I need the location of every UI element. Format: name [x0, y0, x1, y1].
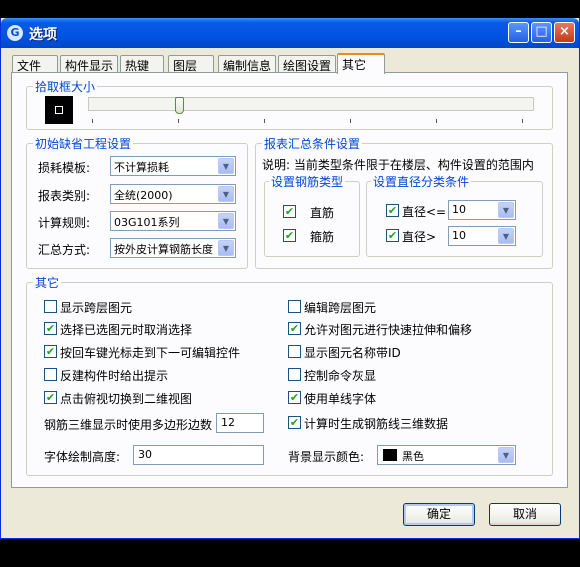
chevron-down-icon[interactable]: ▼: [218, 186, 234, 202]
deselect-selected-label: 选择已选图元时取消选择: [60, 323, 193, 337]
maximize-button[interactable]: □: [531, 22, 552, 43]
reverse-build-prompt-label: 反建构件时给出提示: [60, 369, 169, 383]
pick-box-slider-thumb[interactable]: [175, 97, 184, 114]
single-line-font-checkbox[interactable]: ✔: [288, 391, 301, 404]
cancel-button[interactable]: 取消: [489, 503, 561, 526]
diameter-gt-label: 直径>: [402, 230, 437, 244]
pick-box-preview: [45, 96, 73, 124]
chevron-down-icon[interactable]: ▼: [498, 202, 514, 218]
screen: G 选项 – □ × 文件 构件显示 热键 图层 编制信息 绘图设置 其它 拾取…: [0, 0, 580, 567]
diameter-gt-select[interactable]: 10 ▼: [448, 226, 516, 246]
show-name-id-checkbox[interactable]: [288, 345, 301, 358]
tab-component-display[interactable]: 构件显示: [60, 55, 118, 73]
chevron-down-icon[interactable]: ▼: [498, 447, 514, 463]
deselect-selected-checkbox[interactable]: ✔: [44, 322, 57, 335]
reverse-build-prompt-checkbox[interactable]: [44, 368, 57, 381]
stirrup-checkbox[interactable]: ✔: [283, 229, 296, 242]
diameter-le-label: 直径<=: [402, 205, 447, 219]
report-category-label: 报表类别:: [38, 189, 91, 203]
polygon-sides-label: 钢筋三维显示时使用多边形边数: [44, 418, 213, 432]
chevron-down-icon[interactable]: ▼: [218, 213, 234, 229]
bg-color-select[interactable]: 黑色 ▼: [377, 445, 516, 465]
report-category-select[interactable]: 全统(2000) ▼: [110, 184, 236, 204]
diameter-le-checkbox[interactable]: ✔: [386, 204, 399, 217]
diameter-gt-checkbox[interactable]: ✔: [386, 229, 399, 242]
rebar-3d-data-checkbox[interactable]: ✔: [288, 416, 301, 429]
slider-tick: [522, 119, 523, 123]
diameter-title: 设置直径分类条件: [371, 173, 472, 190]
polygon-sides-input[interactable]: 12: [216, 413, 264, 433]
chevron-down-icon[interactable]: ▼: [218, 158, 234, 174]
tab-drawing-settings[interactable]: 绘图设置: [278, 55, 336, 73]
show-cross-layer-checkbox[interactable]: [44, 300, 57, 313]
rebar-type-title: 设置钢筋类型: [269, 173, 346, 190]
ok-button[interactable]: 确定: [403, 503, 475, 526]
quick-stretch-label: 允许对图元进行快速拉伸和偏移: [304, 323, 473, 337]
slider-tick: [264, 119, 265, 123]
tab-compile-info[interactable]: 编制信息: [218, 55, 276, 73]
show-cross-layer-label: 显示跨层图元: [60, 301, 133, 315]
slider-tick: [436, 119, 437, 123]
tab-hotkeys[interactable]: 热键: [120, 55, 164, 73]
slider-tick: [350, 119, 351, 123]
show-name-id-label: 显示图元名称带ID: [304, 346, 401, 360]
close-button[interactable]: ×: [554, 22, 575, 43]
report-conditions-note: 说明: 当前类型条件限于在楼层、构件设置的范围内: [262, 158, 534, 172]
chevron-down-icon[interactable]: ▼: [218, 240, 234, 256]
top-view-2d-label: 点击俯视切换到二维视图: [60, 392, 193, 406]
defaults-group-title: 初始缺省工程设置: [33, 135, 134, 152]
summary-method-label: 汇总方式:: [38, 243, 91, 257]
font-height-input[interactable]: 30: [133, 445, 264, 465]
stirrup-label: 箍筋: [310, 230, 335, 244]
rebar-3d-data-label: 计算时生成钢筋线三维数据: [304, 417, 449, 431]
gray-commands-label: 控制命令灰显: [304, 369, 377, 383]
loss-template-select[interactable]: 不计算损耗 ▼: [110, 156, 236, 176]
top-view-2d-checkbox[interactable]: ✔: [44, 391, 57, 404]
pick-box-slider-track[interactable]: [88, 97, 534, 111]
minimize-button[interactable]: –: [508, 22, 529, 43]
diameter-le-select[interactable]: 10 ▼: [448, 200, 516, 220]
edit-cross-layer-checkbox[interactable]: [288, 300, 301, 313]
quick-stretch-checkbox[interactable]: ✔: [288, 322, 301, 335]
calc-rule-select[interactable]: 03G101系列 ▼: [110, 211, 236, 231]
straight-bar-label: 直筋: [310, 206, 335, 220]
straight-bar-checkbox[interactable]: ✔: [283, 205, 296, 218]
tab-layers[interactable]: 图层: [168, 55, 214, 73]
pick-box-title: 拾取框大小: [33, 78, 98, 95]
enter-next-control-checkbox[interactable]: ✔: [44, 345, 57, 358]
app-icon: G: [7, 25, 23, 41]
summary-method-select[interactable]: 按外皮计算钢筋长度 ▼: [110, 238, 236, 258]
chevron-down-icon[interactable]: ▼: [498, 228, 514, 244]
tab-file[interactable]: 文件: [12, 55, 58, 73]
gray-commands-checkbox[interactable]: [288, 368, 301, 381]
other-group-title: 其它: [33, 274, 62, 291]
calc-rule-label: 计算规则:: [38, 216, 91, 230]
slider-tick: [92, 119, 93, 123]
enter-next-control-label: 按回车键光标走到下一可编辑控件: [60, 346, 241, 360]
font-height-label: 字体绘制高度:: [44, 450, 121, 464]
bg-color-swatch: [383, 449, 397, 461]
bg-color-label: 背景显示颜色:: [288, 450, 365, 464]
report-conditions-title: 报表汇总条件设置: [262, 135, 363, 152]
tab-other[interactable]: 其它: [337, 53, 385, 74]
window-title: 选项: [29, 27, 57, 43]
slider-tick: [178, 119, 179, 123]
loss-template-label: 损耗模板:: [38, 161, 91, 175]
title-bar[interactable]: G 选项 – □ ×: [1, 18, 579, 48]
edit-cross-layer-label: 编辑跨层图元: [304, 301, 377, 315]
single-line-font-label: 使用单线字体: [304, 392, 377, 406]
